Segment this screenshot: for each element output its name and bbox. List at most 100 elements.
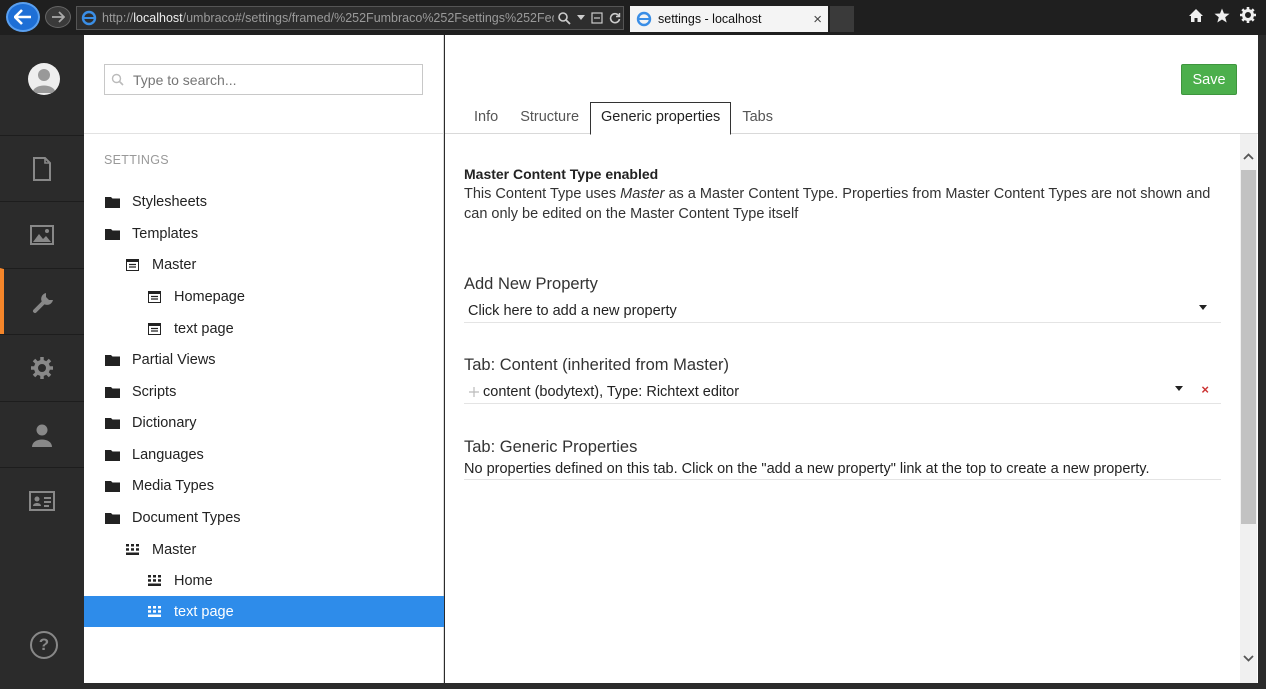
search-icon[interactable] bbox=[558, 11, 571, 25]
window-frame-right bbox=[1258, 35, 1266, 689]
property-label: content (bodytext), Type: Richtext edito… bbox=[483, 383, 740, 400]
tree-item-dictionary[interactable]: Dictionary bbox=[84, 407, 444, 438]
template-icon bbox=[146, 290, 162, 304]
tree-item-templates[interactable]: Templates bbox=[84, 218, 444, 249]
caret-down-icon[interactable] bbox=[1199, 305, 1207, 310]
document-icon bbox=[33, 156, 51, 181]
new-tab-button[interactable] bbox=[830, 6, 854, 32]
back-button[interactable] bbox=[6, 2, 40, 32]
tree-item-template-master[interactable]: Master bbox=[84, 249, 444, 280]
master-content-type-text: This Content Type uses Master as a Maste… bbox=[464, 186, 1211, 222]
tree-header bbox=[84, 35, 443, 134]
address-bar[interactable]: http://localhost/umbraco#/settings/frame… bbox=[76, 6, 624, 30]
forward-button[interactable] bbox=[45, 6, 71, 28]
search-icon bbox=[111, 73, 124, 86]
doctype-icon bbox=[146, 574, 162, 588]
section-title: SETTINGS bbox=[104, 153, 169, 167]
nav-users[interactable] bbox=[0, 401, 84, 467]
refresh-icon[interactable] bbox=[609, 12, 621, 24]
editor-panel: Save Info Structure Generic properties T… bbox=[445, 35, 1258, 683]
address-url: http://localhost/umbraco#/settings/frame… bbox=[102, 11, 554, 25]
arrow-left-icon bbox=[14, 9, 31, 25]
tree-item-partial-views[interactable]: Partial Views bbox=[84, 344, 444, 375]
tree-item-scripts[interactable]: Scripts bbox=[84, 376, 444, 407]
tree-item-doctype-master[interactable]: Master bbox=[84, 534, 444, 565]
browser-tab-settings[interactable]: settings - localhost × bbox=[630, 6, 828, 32]
folder-icon bbox=[104, 385, 120, 399]
drag-handle-icon[interactable] bbox=[469, 386, 479, 397]
folder-icon bbox=[104, 448, 120, 462]
tree-item-label: Scripts bbox=[132, 383, 177, 400]
save-button[interactable]: Save bbox=[1181, 64, 1237, 95]
tree-item-template-homepage[interactable]: Homepage bbox=[84, 281, 444, 312]
tab-structure[interactable]: Structure bbox=[509, 102, 590, 134]
master-content-type-heading: Master Content Type enabled bbox=[464, 166, 659, 182]
tab-tabs[interactable]: Tabs bbox=[731, 102, 784, 134]
gear-icon bbox=[31, 356, 53, 379]
scroll-up-icon[interactable] bbox=[1240, 148, 1257, 165]
nav-developer[interactable] bbox=[0, 334, 84, 400]
template-icon bbox=[124, 258, 140, 272]
tree-item-label: Homepage bbox=[174, 288, 245, 305]
tree-item-label: Document Types bbox=[132, 509, 241, 526]
close-tab-icon[interactable]: × bbox=[813, 11, 822, 28]
ie-logo-icon bbox=[636, 11, 652, 27]
help-button[interactable]: ? bbox=[30, 631, 58, 659]
tree-item-stylesheets[interactable]: Stylesheets bbox=[84, 186, 444, 217]
delete-icon[interactable]: × bbox=[1201, 382, 1209, 397]
image-icon bbox=[30, 224, 54, 245]
tree-item-label: Master bbox=[152, 256, 197, 273]
editor-header: Save Info Structure Generic properties T… bbox=[445, 35, 1258, 135]
folder-icon bbox=[104, 353, 120, 367]
scrollbar-thumb[interactable] bbox=[1241, 170, 1256, 524]
window-frame-bottom bbox=[0, 683, 1266, 689]
compat-view-icon[interactable] bbox=[591, 12, 603, 24]
no-properties-row: No properties defined on this tab. Click… bbox=[464, 458, 1221, 480]
tab-info[interactable]: Info bbox=[463, 102, 509, 134]
editor-tabs: Info Structure Generic properties Tabs bbox=[463, 102, 784, 135]
tree-item-doctype-text-page[interactable]: text page bbox=[84, 596, 444, 627]
home-icon[interactable] bbox=[1188, 8, 1204, 23]
wrench-icon bbox=[33, 292, 53, 313]
tree-item-label: Dictionary bbox=[132, 414, 197, 431]
tab-generic-properties[interactable]: Generic properties bbox=[590, 102, 732, 135]
template-icon bbox=[146, 322, 162, 336]
browser-tab-title: settings - localhost bbox=[658, 12, 762, 26]
folder-icon bbox=[104, 195, 120, 209]
doctype-icon bbox=[124, 543, 140, 557]
favorites-star-icon[interactable] bbox=[1214, 8, 1230, 23]
main-scrollbar[interactable] bbox=[1240, 134, 1257, 683]
scroll-down-icon[interactable] bbox=[1240, 650, 1257, 667]
property-row[interactable]: content (bodytext), Type: Richtext edito… bbox=[464, 380, 1221, 404]
no-properties-text: No properties defined on this tab. Click… bbox=[464, 460, 1150, 477]
nav-content[interactable] bbox=[0, 135, 84, 201]
browser-chrome: http://localhost/umbraco#/settings/frame… bbox=[0, 0, 1266, 35]
tree-item-label: Master bbox=[152, 541, 197, 558]
user-avatar[interactable] bbox=[28, 63, 60, 95]
nav-settings[interactable] bbox=[0, 268, 84, 334]
tree-item-label: Stylesheets bbox=[132, 193, 207, 210]
tree-item-document-types[interactable]: Document Types bbox=[84, 502, 444, 533]
caret-down-icon[interactable] bbox=[1175, 386, 1183, 391]
add-new-property-row[interactable]: Click here to add a new property bbox=[464, 299, 1221, 323]
tree-item-template-text-page[interactable]: text page bbox=[84, 313, 444, 344]
section-nav: ? bbox=[0, 35, 84, 683]
settings-gear-icon[interactable] bbox=[1240, 7, 1256, 23]
tree-item-media-types[interactable]: Media Types bbox=[84, 470, 444, 501]
add-new-property-link[interactable]: Click here to add a new property bbox=[468, 303, 677, 319]
tree-item-label: Home bbox=[174, 572, 213, 589]
nav-members[interactable] bbox=[0, 467, 84, 533]
user-icon bbox=[32, 424, 52, 447]
doctype-icon bbox=[146, 605, 162, 619]
nav-media[interactable] bbox=[0, 201, 84, 267]
search-input[interactable] bbox=[133, 71, 413, 88]
tree-item-doctype-home[interactable]: Home bbox=[84, 565, 444, 596]
tree-item-label: Templates bbox=[132, 225, 199, 242]
dropdown-arrow-icon[interactable] bbox=[577, 15, 585, 21]
ie-logo-icon bbox=[81, 10, 97, 26]
tree-item-languages[interactable]: Languages bbox=[84, 439, 444, 470]
search-box[interactable] bbox=[104, 64, 423, 95]
folder-icon bbox=[104, 416, 120, 430]
tab-content-title: Tab: Content (inherited from Master) bbox=[464, 356, 730, 374]
tree-item-label: text page bbox=[174, 320, 234, 337]
